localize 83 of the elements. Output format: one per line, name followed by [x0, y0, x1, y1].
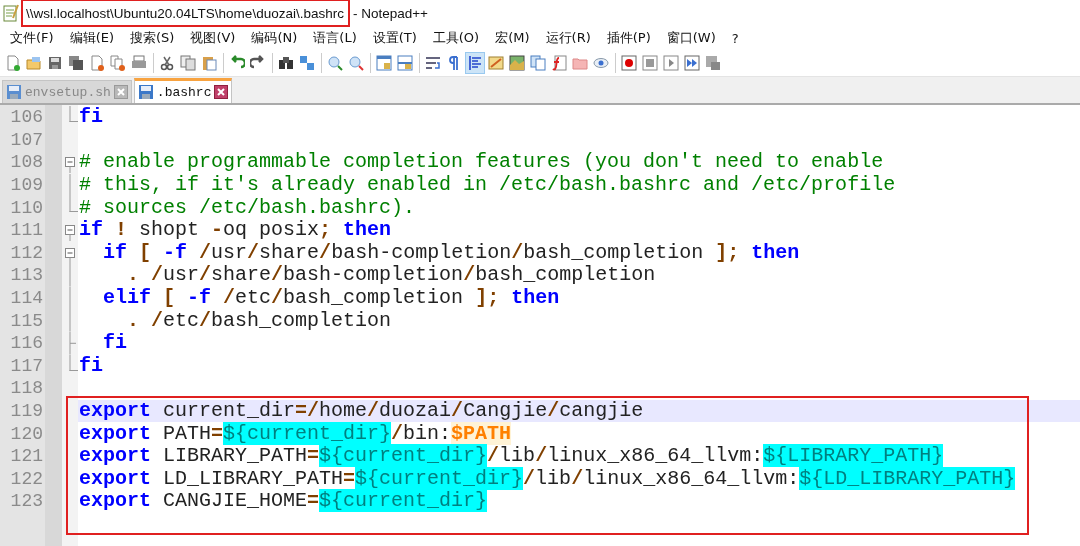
code-line: # enable programmable completion features (you don't need to enable [79, 151, 884, 174]
line-number: 118 [9, 378, 43, 399]
menu-item[interactable]: 插件(P) [604, 29, 658, 47]
menu-item[interactable]: 宏(M) [493, 29, 537, 47]
fold-minus-icon[interactable] [65, 247, 75, 264]
clipboard-icon [201, 55, 217, 71]
code-line: fi [79, 106, 103, 129]
menu-item[interactable]: 语言(L) [311, 29, 364, 47]
new-file-icon [5, 55, 21, 71]
line-number: 107 [9, 129, 43, 150]
menu-item[interactable]: 运行(R) [543, 29, 598, 47]
app-name: - Notepad++ [352, 5, 428, 21]
line-number: 108 [9, 152, 43, 173]
line-number: 111 [9, 220, 43, 241]
code-line: # this, if it's already enabled in /etc/bash.bashrc and /etc/profile [79, 174, 896, 197]
line-number: 117 [9, 355, 43, 376]
code-line: export CANGJIE_HOME=${current_dir} [79, 490, 488, 513]
zoom-out-icon [348, 55, 364, 71]
undo-icon [229, 55, 245, 71]
code-line: export LIBRARY_PATH=${current_dir}/lib/linux_x86_64_llvm:${LIBRARY_PATH} [79, 445, 944, 468]
close-icon[interactable] [214, 85, 229, 99]
fold-minus-icon[interactable] [65, 224, 75, 241]
code-line: export LD_LIBRARY_PATH=${current_dir}/lib/linux_x86_64_llvm:${LD_LIBRARY_PATH} [79, 467, 1016, 490]
window-icon [376, 55, 392, 71]
line-number: 106 [9, 107, 43, 128]
window-icon [397, 55, 413, 71]
line-number: 113 [9, 265, 43, 286]
redo-icon [250, 55, 266, 71]
map-icon [509, 55, 525, 71]
folder-icon [572, 55, 588, 71]
code-line: if [ -f /usr/share/bash-completion/bash_completion ]; then [102, 241, 800, 264]
fold-minus-icon[interactable] [65, 157, 75, 174]
scissors-icon [159, 55, 175, 71]
pencil-icon [488, 55, 504, 71]
code-line: fi [103, 332, 127, 355]
line-number: 123 [9, 491, 43, 512]
documents-icon [530, 55, 546, 71]
folder-icon [26, 55, 42, 71]
code-line: . /etc/bash_completion [127, 309, 392, 332]
line-number: 116 [9, 333, 43, 354]
code-line: . /usr/share/bash-completion/bash_completion [126, 264, 656, 287]
file-tab[interactable]: .bashrc [133, 78, 233, 103]
menu-item[interactable]: 视图(V) [188, 29, 243, 47]
function-icon [551, 55, 567, 71]
window-title: \\wsl.localhost\Ubuntu20.04LTS\home\duozai\.bashrc [26, 6, 344, 21]
menu-item[interactable]: 设置(T) [370, 29, 424, 47]
code-line: export current_dir=/home/duozai/Cangjie/cangjie [79, 400, 644, 422]
code-line: export PATH=${current_dir}/bin:$PATH [79, 422, 512, 445]
line-number: 110 [9, 197, 43, 218]
code-line: elif [ -f /etc/bash_completion ]; then [102, 287, 560, 310]
menu-item[interactable]: 工具(O) [430, 29, 487, 47]
eye-icon [593, 55, 609, 71]
menu-item[interactable]: 编辑(E) [67, 29, 121, 47]
notepad-icon [3, 4, 19, 22]
binoculars-icon [278, 55, 294, 71]
close-files-icon [110, 55, 126, 71]
copy-icon [180, 55, 196, 71]
floppy-disks-icon [68, 55, 84, 71]
record-icon [621, 55, 637, 71]
menu-item[interactable]: 编码(N) [249, 29, 305, 47]
line-number: 112 [9, 242, 43, 263]
stop-icon [642, 55, 658, 71]
line-number: 109 [9, 175, 43, 196]
line-number: 114 [9, 288, 43, 309]
line-number: 115 [9, 310, 43, 331]
menu-item[interactable]: ? [729, 30, 746, 46]
menu-item[interactable]: 文件(F) [8, 29, 61, 47]
fast-forward-icon [684, 55, 700, 71]
line-number: 122 [9, 468, 43, 489]
zoom-in-icon [327, 55, 343, 71]
indent-guide-icon [467, 55, 483, 71]
printer-icon [131, 55, 147, 71]
play-icon [663, 55, 679, 71]
line-number: 120 [9, 423, 43, 444]
word-wrap-icon [425, 55, 441, 71]
code-line: if ! shopt -oq posix; then [79, 219, 392, 242]
code-line: # sources /etc/bash.bashrc). [79, 196, 416, 219]
close-file-icon [89, 55, 105, 71]
line-number: 121 [9, 446, 43, 467]
code-line: fi [79, 354, 103, 377]
line-number: 119 [9, 401, 43, 421]
menu-item[interactable]: 窗口(W) [664, 29, 723, 47]
menu-item[interactable]: 搜索(S) [128, 29, 182, 47]
